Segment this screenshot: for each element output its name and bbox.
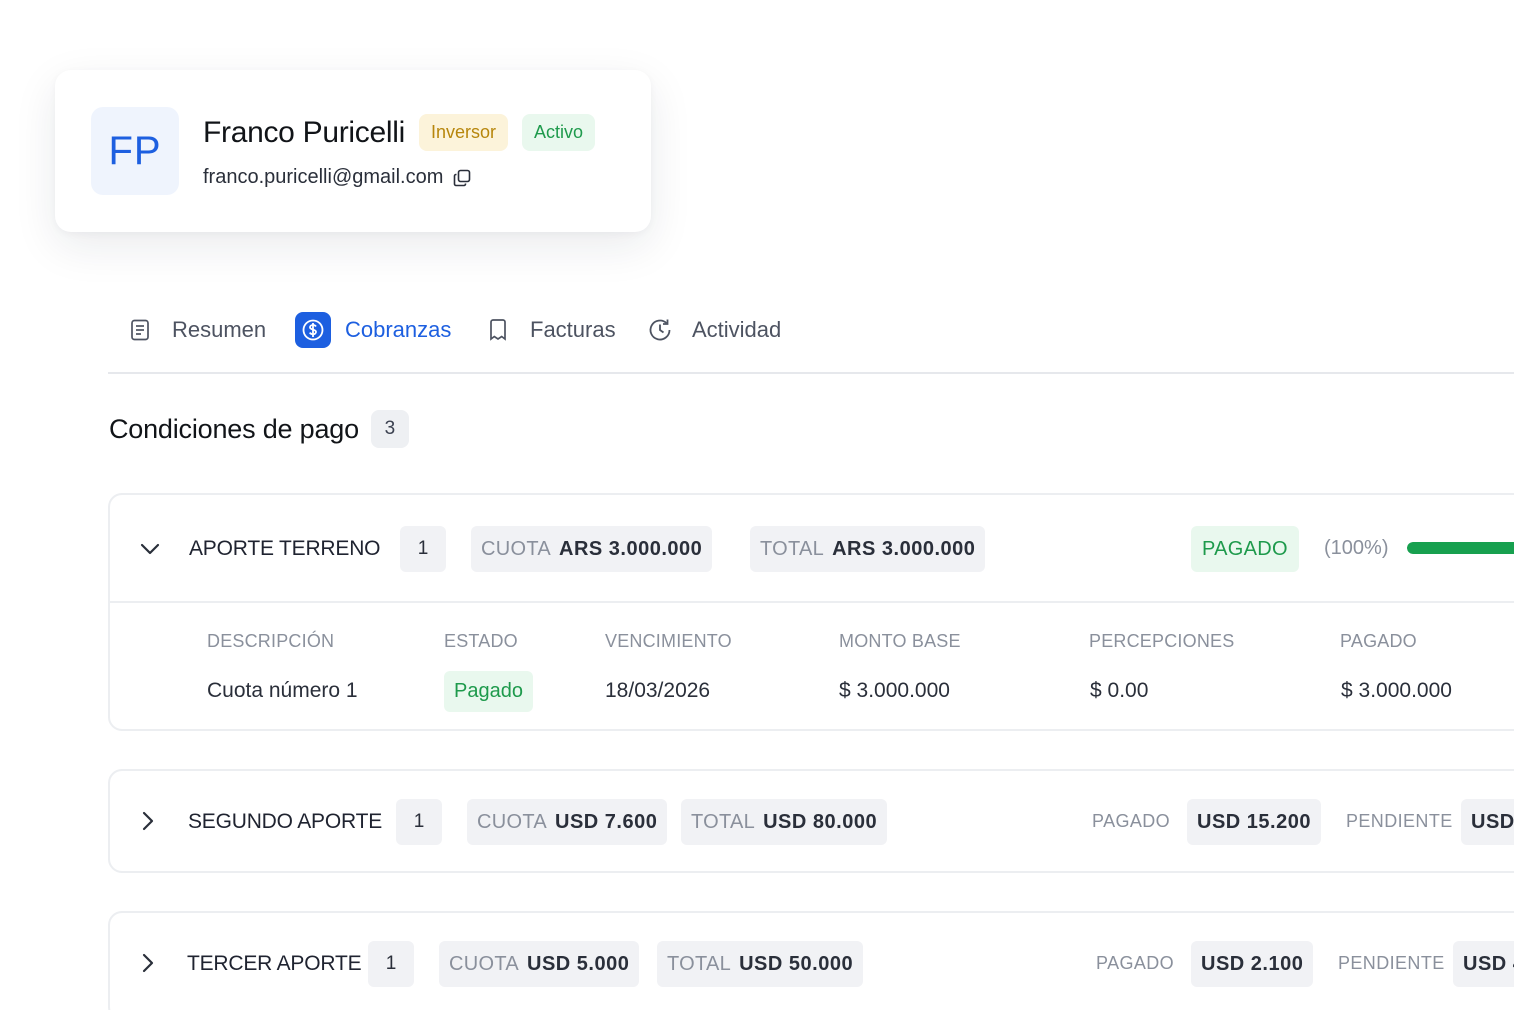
pendiente-label: PENDIENTE <box>1346 811 1453 831</box>
tab-cobranzas[interactable]: Cobranzas <box>295 312 451 348</box>
tab-label: Cobranzas <box>345 317 452 342</box>
condition-name: APORTE TERRENO <box>189 537 381 560</box>
pagado-value: USD 2.100 <box>1191 941 1314 987</box>
row-pagado: $ 3.000.000 <box>1341 679 1452 702</box>
role-badge: Inversor <box>418 114 508 151</box>
chevron-right-icon[interactable] <box>135 808 161 834</box>
dollar-circle-icon <box>295 312 331 348</box>
profile-email: franco.puricelli@gmail.com <box>203 166 444 188</box>
tab-label: Actividad <box>692 317 782 342</box>
installments-table: DESCRIPCIÓN ESTADO VENCIMIENTO MONTO BAS… <box>110 601 1514 731</box>
col-header-estado: ESTADO <box>444 631 518 651</box>
tab-actividad[interactable]: Actividad <box>642 312 781 348</box>
tab-resumen[interactable]: Resumen <box>122 312 266 348</box>
condition-header[interactable]: APORTE TERRENO 1 CUOTA ARS 3.000.000 TOT… <box>110 495 1514 599</box>
cuota-value: ARS 3.000.000 <box>559 537 703 560</box>
row-vencimiento: 18/03/2026 <box>605 679 711 702</box>
count-badge: 3 <box>370 410 409 448</box>
cuota-chip: CUOTA USD 5.000 <box>439 941 640 987</box>
cuota-chip: CUOTA USD 7.600 <box>467 799 668 845</box>
cuota-value: USD 7.600 <box>555 810 658 833</box>
receipt-icon <box>480 312 516 348</box>
avatar: FP <box>91 107 179 195</box>
cuota-chip: CUOTA ARS 3.000.000 <box>471 526 713 572</box>
profile-card: FP Franco Puricelli Inversor Activo fran… <box>55 70 651 232</box>
row-percepciones: $ 0.00 <box>1090 679 1149 702</box>
total-label: TOTAL <box>691 810 756 833</box>
cuota-value: USD 5.000 <box>527 952 630 975</box>
total-chip: TOTAL USD 80.000 <box>681 799 888 845</box>
total-chip: TOTAL USD 50.000 <box>657 941 864 987</box>
row-monto-base: $ 3.000.000 <box>839 679 950 702</box>
installments-badge: 1 <box>368 941 414 987</box>
condition-card-tercer-aporte[interactable]: TERCER APORTE 1 CUOTA USD 5.000 TOTAL US… <box>108 911 1514 1010</box>
copy-icon[interactable] <box>453 169 471 187</box>
tab-label: Facturas <box>530 317 616 342</box>
tab-label: Resumen <box>172 317 267 342</box>
section-heading: Condiciones de pago 3 <box>109 410 409 448</box>
condition-name: SEGUNDO APORTE <box>188 810 383 833</box>
row-descripcion: Cuota número 1 <box>207 679 358 702</box>
pagado-label: PAGADO <box>1092 811 1171 831</box>
progress-bar <box>1407 542 1514 554</box>
tab-facturas[interactable]: Facturas <box>480 312 616 348</box>
chevron-right-icon[interactable] <box>135 950 161 976</box>
document-icon <box>122 312 158 348</box>
cuota-label: CUOTA <box>477 810 548 833</box>
total-label: TOTAL <box>667 952 732 975</box>
total-value: USD 50.000 <box>739 952 854 975</box>
total-label: TOTAL <box>760 537 825 560</box>
progress-fill <box>1407 542 1514 554</box>
pagado-label: PAGADO <box>1096 953 1175 973</box>
total-value: USD 80.000 <box>763 810 878 833</box>
cuota-label: CUOTA <box>449 952 520 975</box>
cuota-label: CUOTA <box>481 537 552 560</box>
profile-name-row: Franco Puricelli Inversor Activo <box>203 114 595 151</box>
profile-email-row: franco.puricelli@gmail.com <box>203 166 471 189</box>
pendiente-value: USD <box>1461 799 1514 845</box>
progress-percent: (100%) <box>1324 537 1389 559</box>
pendiente-value: USD 4 <box>1453 941 1514 987</box>
tab-bar: Resumen Cobranzas Facturas Actividad <box>108 310 1514 374</box>
section-title: Condiciones de pago <box>109 413 359 444</box>
col-header-descripcion: DESCRIPCIÓN <box>207 631 335 651</box>
col-header-pagado: PAGADO <box>1340 631 1417 651</box>
pendiente-label: PENDIENTE <box>1338 953 1445 973</box>
installments-badge: 1 <box>400 526 446 572</box>
history-clock-icon <box>642 312 678 348</box>
condition-name: TERCER APORTE <box>187 952 362 975</box>
status-badge: PAGADO <box>1191 526 1299 572</box>
installments-badge: 1 <box>396 799 442 845</box>
total-chip: TOTAL ARS 3.000.000 <box>750 526 986 572</box>
profile-name: Franco Puricelli <box>203 115 405 149</box>
status-badge: Activo <box>521 114 595 151</box>
row-estado-badge: Pagado <box>444 671 533 712</box>
chevron-down-icon[interactable] <box>137 536 163 562</box>
col-header-monto-base: MONTO BASE <box>839 631 961 651</box>
condition-card-aporte-terreno: APORTE TERRENO 1 CUOTA ARS 3.000.000 TOT… <box>108 493 1514 731</box>
col-header-percepciones: PERCEPCIONES <box>1089 631 1235 651</box>
condition-card-segundo-aporte[interactable]: SEGUNDO APORTE 1 CUOTA USD 7.600 TOTAL U… <box>108 769 1514 873</box>
col-header-vencimiento: VENCIMIENTO <box>605 631 732 651</box>
total-value: ARS 3.000.000 <box>832 537 976 560</box>
pagado-value: USD 15.200 <box>1187 799 1321 845</box>
